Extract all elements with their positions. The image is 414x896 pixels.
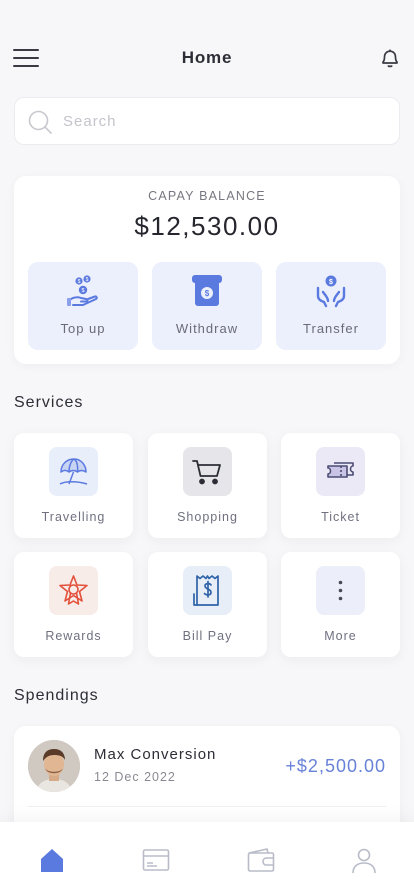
- star-badge-icon: [59, 575, 88, 605]
- service-label: Travelling: [41, 510, 106, 524]
- balance-card: CAPAY BALANCE $12,530.00 $ $ $ Top up $: [14, 176, 400, 364]
- transaction-date: 12 Dec 2022: [94, 770, 176, 784]
- svg-text:$: $: [329, 279, 333, 286]
- transaction-amount: +$2,500.00: [285, 756, 386, 776]
- service-travelling[interactable]: Travelling: [14, 433, 133, 538]
- profile-icon: [352, 848, 376, 874]
- svg-text:$: $: [205, 289, 210, 298]
- service-label: Ticket: [321, 510, 360, 524]
- service-rewards[interactable]: Rewards: [14, 552, 133, 657]
- svg-text:$: $: [86, 277, 89, 283]
- top-up-button[interactable]: $ $ $ Top up: [28, 262, 138, 350]
- service-label: Rewards: [45, 629, 102, 643]
- withdraw-label: Withdraw: [175, 321, 239, 336]
- wallet-icon: [247, 848, 275, 872]
- service-label: Shopping: [177, 510, 238, 524]
- balance-amount: $12,530.00: [134, 211, 280, 241]
- atm-withdraw-icon: $: [192, 275, 222, 306]
- nav-cards[interactable]: [142, 846, 170, 874]
- svg-text:$: $: [81, 288, 84, 294]
- transfer-label: Transfer: [303, 321, 359, 336]
- transfer-button[interactable]: $ Transfer: [276, 262, 386, 350]
- nav-home[interactable]: [38, 846, 66, 874]
- balance-label: CAPAY BALANCE: [148, 189, 266, 203]
- more-vertical-icon: [338, 580, 343, 601]
- service-shopping[interactable]: Shopping: [148, 433, 267, 538]
- top-bar: Home: [0, 36, 414, 80]
- service-ticket[interactable]: Ticket: [281, 433, 400, 538]
- transaction-name: Max Conversion: [94, 746, 217, 763]
- withdraw-button[interactable]: $ Withdraw: [152, 262, 262, 350]
- nav-profile[interactable]: [350, 846, 378, 874]
- nav-wallet[interactable]: [247, 846, 275, 874]
- page-title: Home: [181, 48, 233, 67]
- top-up-label: Top up: [60, 321, 106, 336]
- card-icon: [142, 849, 170, 871]
- divider: [28, 806, 386, 807]
- ticket-icon: [327, 462, 354, 478]
- spendings-title: Spendings: [14, 687, 99, 704]
- service-label: Bill Pay: [182, 629, 233, 643]
- services-title: Services: [14, 394, 84, 411]
- bottom-nav: [0, 822, 414, 896]
- transaction-row[interactable]: Max Conversion 12 Dec 2022 +$2,500.00: [14, 726, 400, 808]
- coins-hand-icon: $ $ $: [67, 275, 98, 306]
- service-more[interactable]: More: [281, 552, 400, 657]
- umbrella-beach-icon: [59, 458, 88, 485]
- balance-actions: $ $ $ Top up $ Withdraw $ Transfer: [28, 262, 386, 350]
- bell-icon[interactable]: [378, 46, 402, 70]
- service-label: More: [324, 629, 357, 643]
- shopping-cart-icon: [192, 460, 221, 485]
- service-bill-pay[interactable]: Bill Pay: [148, 552, 267, 657]
- search-icon: [28, 110, 52, 134]
- avatar: [28, 740, 80, 792]
- search-input[interactable]: [63, 98, 383, 144]
- transfer-hands-icon: $: [316, 275, 346, 308]
- receipt-dollar-icon: [193, 575, 219, 606]
- search-bar: [14, 97, 400, 145]
- svg-text:$: $: [78, 279, 81, 285]
- home-icon: [41, 849, 63, 872]
